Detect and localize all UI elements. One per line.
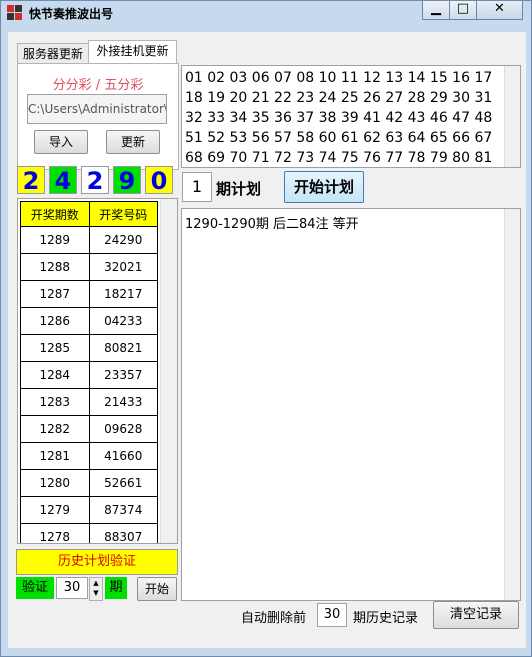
table-row[interactable]: 1278 88307 bbox=[20, 523, 158, 543]
auto-delete-input[interactable]: 30 bbox=[317, 603, 347, 627]
number-cell: 21433 bbox=[88, 388, 158, 416]
period-cell: 1284 bbox=[20, 361, 90, 389]
number-cell: 18217 bbox=[88, 280, 158, 308]
plan-output-text: 1290-1290期 后二84注 等开 bbox=[185, 217, 359, 232]
col-header-period: 开奖期数 bbox=[20, 201, 90, 227]
plan-count-input[interactable]: 1 bbox=[182, 172, 212, 202]
period-cell: 1279 bbox=[20, 496, 90, 524]
table-row[interactable]: 1280 52661 bbox=[20, 469, 158, 497]
plan-output-box[interactable]: 1290-1290期 后二84注 等开 bbox=[181, 208, 521, 601]
numbers-box[interactable]: 01 02 03 06 07 08 10 11 12 13 14 15 16 1… bbox=[181, 65, 521, 168]
period-cell: 1280 bbox=[20, 469, 90, 497]
maximize-button[interactable]: □ bbox=[449, 1, 477, 20]
history-start-button[interactable]: 开始 bbox=[137, 577, 177, 601]
period-cell: 1281 bbox=[20, 442, 90, 470]
draw-digit: 2 bbox=[17, 166, 45, 195]
output-scrollbar[interactable] bbox=[504, 209, 520, 600]
table-row[interactable]: 1288 32021 bbox=[20, 253, 158, 281]
periods-spinner[interactable]: ▲ ▼ bbox=[89, 577, 103, 601]
period-cell: 1288 bbox=[20, 253, 90, 281]
number-cell: 80821 bbox=[88, 334, 158, 362]
table-scrollbar[interactable] bbox=[160, 199, 177, 543]
app-window: 快节奏推波出号 ▁ □ ✕ 服务器更新 外接挂机更新 分分彩 / 五分彩 C:\… bbox=[0, 0, 532, 657]
tab-pane: 分分彩 / 五分彩 C:\Users\Administrator\ 导入 更新 bbox=[17, 63, 179, 170]
number-cell: 04233 bbox=[88, 307, 158, 335]
draw-history-table[interactable]: 开奖期数 开奖号码 1289 24290 1288 32021 1287 18217 128… bbox=[17, 198, 178, 544]
start-plan-button[interactable]: 开始计划 bbox=[284, 171, 364, 203]
verify-label: 验证 bbox=[16, 577, 54, 599]
close-icon: ✕ bbox=[494, 1, 505, 16]
number-cell: 09628 bbox=[88, 415, 158, 443]
period-cell: 1282 bbox=[20, 415, 90, 443]
verify-periods-input[interactable]: 30 bbox=[56, 577, 88, 599]
lottery-type-label: 分分彩 / 五分彩 bbox=[52, 78, 144, 93]
plan-label: 期计划 bbox=[216, 180, 262, 198]
table-row[interactable]: 1282 09628 bbox=[20, 415, 158, 443]
table-row[interactable]: 1283 21433 bbox=[20, 388, 158, 416]
tab-external-update[interactable]: 外接挂机更新 bbox=[88, 40, 177, 64]
app-icon bbox=[7, 5, 23, 21]
import-button[interactable]: 导入 bbox=[34, 130, 88, 154]
table-row[interactable]: 1284 23357 bbox=[20, 361, 158, 389]
clear-records-button[interactable]: 清空记录 bbox=[433, 601, 519, 629]
draw-digit: 9 bbox=[113, 166, 141, 195]
table-row[interactable]: 1286 04233 bbox=[20, 307, 158, 335]
number-cell: 24290 bbox=[88, 226, 158, 254]
spin-down-icon[interactable]: ▼ bbox=[90, 588, 102, 598]
period-cell: 1278 bbox=[20, 523, 90, 543]
table-row[interactable]: 1281 41660 bbox=[20, 442, 158, 470]
number-cell: 32021 bbox=[88, 253, 158, 281]
period-label: 期 bbox=[105, 577, 127, 599]
number-cell: 88307 bbox=[88, 523, 158, 543]
path-field[interactable]: C:\Users\Administrator\ bbox=[27, 94, 167, 124]
table-row[interactable]: 1289 24290 bbox=[20, 226, 158, 254]
period-cell: 1283 bbox=[20, 388, 90, 416]
period-cell: 1286 bbox=[20, 307, 90, 335]
numbers-scrollbar[interactable] bbox=[504, 66, 520, 167]
update-button[interactable]: 更新 bbox=[106, 130, 160, 154]
auto-delete-label: 自动删除前 bbox=[241, 611, 307, 626]
history-records-label: 期历史记录 bbox=[353, 611, 419, 626]
minimize-icon: ▁ bbox=[431, 1, 441, 16]
plan-numbers-text: 01 02 03 06 07 08 10 11 12 13 14 15 16 1… bbox=[185, 70, 493, 166]
title-bar[interactable]: 快节奏推波出号 ▁ □ ✕ bbox=[1, 1, 531, 23]
window-title: 快节奏推波出号 bbox=[29, 7, 114, 21]
number-cell: 52661 bbox=[88, 469, 158, 497]
history-verify-title: 历史计划验证 bbox=[16, 549, 178, 575]
maximize-icon: □ bbox=[456, 1, 470, 16]
table-row[interactable]: 1285 80821 bbox=[20, 334, 158, 362]
close-button[interactable]: ✕ bbox=[476, 1, 523, 20]
draw-digit: 4 bbox=[49, 166, 77, 195]
col-header-number: 开奖号码 bbox=[88, 201, 158, 227]
minimize-button[interactable]: ▁ bbox=[422, 1, 450, 20]
period-cell: 1285 bbox=[20, 334, 90, 362]
draw-digit: 0 bbox=[145, 166, 173, 195]
number-cell: 23357 bbox=[88, 361, 158, 389]
period-cell: 1289 bbox=[20, 226, 90, 254]
client-area: 服务器更新 外接挂机更新 分分彩 / 五分彩 C:\Users\Administ… bbox=[8, 32, 526, 648]
draw-digit: 2 bbox=[81, 166, 109, 195]
table-row[interactable]: 1287 18217 bbox=[20, 280, 158, 308]
spin-up-icon[interactable]: ▲ bbox=[90, 578, 102, 588]
number-cell: 87374 bbox=[88, 496, 158, 524]
tab-server-update[interactable]: 服务器更新 bbox=[17, 43, 89, 64]
period-cell: 1287 bbox=[20, 280, 90, 308]
table-row[interactable]: 1279 87374 bbox=[20, 496, 158, 524]
number-cell: 41660 bbox=[88, 442, 158, 470]
